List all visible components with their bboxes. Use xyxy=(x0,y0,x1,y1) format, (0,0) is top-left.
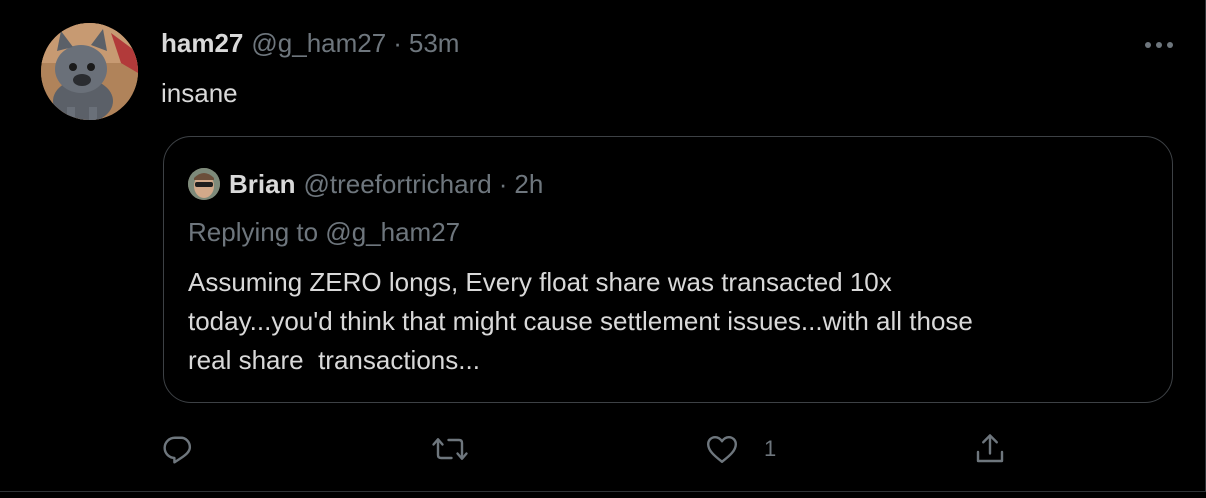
reply-icon xyxy=(163,436,192,464)
author-avatar[interactable] xyxy=(41,23,138,120)
person-avatar-image xyxy=(188,168,220,200)
reply-button[interactable] xyxy=(160,427,196,471)
quoted-author-avatar xyxy=(188,168,220,200)
quoted-timestamp: 2h xyxy=(514,168,544,199)
dog-avatar-image xyxy=(41,23,138,120)
quoted-tweet-card[interactable]: Brian @treefortrichard · 2h Replying to … xyxy=(163,136,1173,403)
tweet-text: insane xyxy=(161,78,238,108)
quoted-tweet-header: Brian @treefortrichard · 2h xyxy=(188,167,543,201)
quoted-text-line: real share transactions... xyxy=(188,345,480,375)
like-count: 1 xyxy=(764,436,777,461)
share-icon xyxy=(976,434,1004,463)
tweet-card[interactable]: ham27 @g_ham27 · 53m insane Brian @treef… xyxy=(0,0,1206,492)
separator-dot: · xyxy=(498,168,508,199)
replying-to-text: Replying to @g_ham27 xyxy=(188,217,461,247)
author-name[interactable]: ham27 xyxy=(161,28,243,59)
quoted-text-line: today...you'd think that might cause set… xyxy=(188,306,973,336)
quoted-text-line: Assuming ZERO longs, Every float share w… xyxy=(188,267,892,297)
heart-icon xyxy=(707,435,737,463)
tweet-timestamp[interactable]: 53m xyxy=(409,28,460,59)
separator-dot: · xyxy=(393,28,402,58)
more-horizontal-icon xyxy=(1145,42,1173,48)
like-button[interactable]: 1 xyxy=(704,427,776,471)
tweet-header: ham27 @g_ham27 · 53m xyxy=(161,28,459,64)
quoted-author-name: Brian xyxy=(229,168,296,199)
author-handle[interactable]: @g_ham27 xyxy=(251,28,386,59)
retweet-button[interactable] xyxy=(430,427,470,471)
share-button[interactable] xyxy=(972,427,1008,471)
quoted-tweet-text: Assuming ZERO longs, Every float share w… xyxy=(188,263,1148,380)
retweet-icon xyxy=(432,438,468,460)
quoted-author-handle: @treefortrichard xyxy=(303,168,492,199)
tweet-actions-bar: 1 xyxy=(160,427,1020,471)
more-options-button[interactable] xyxy=(1139,30,1179,60)
